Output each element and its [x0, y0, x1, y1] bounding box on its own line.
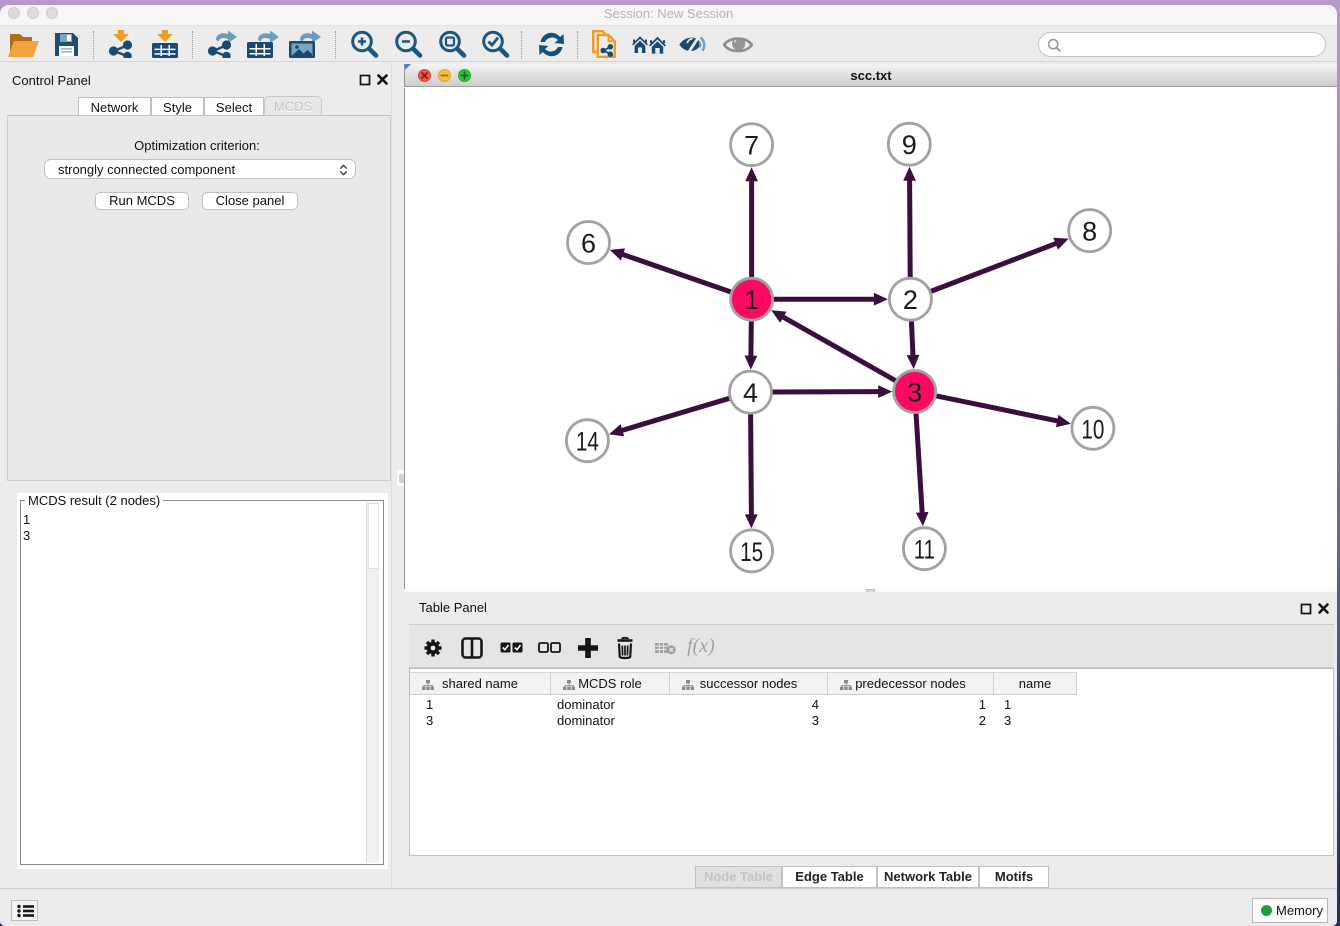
svg-text:1: 1 [744, 285, 759, 315]
svg-text:14: 14 [576, 427, 599, 457]
svg-text:8: 8 [1082, 217, 1097, 247]
svg-text:6: 6 [581, 229, 596, 259]
svg-text:10: 10 [1081, 414, 1104, 444]
svg-text:15: 15 [740, 537, 763, 567]
svg-text:3: 3 [907, 378, 922, 408]
svg-text:4: 4 [743, 378, 758, 408]
svg-text:11: 11 [914, 535, 935, 565]
svg-text:2: 2 [903, 285, 918, 315]
svg-text:7: 7 [744, 131, 759, 161]
svg-text:9: 9 [902, 130, 917, 160]
